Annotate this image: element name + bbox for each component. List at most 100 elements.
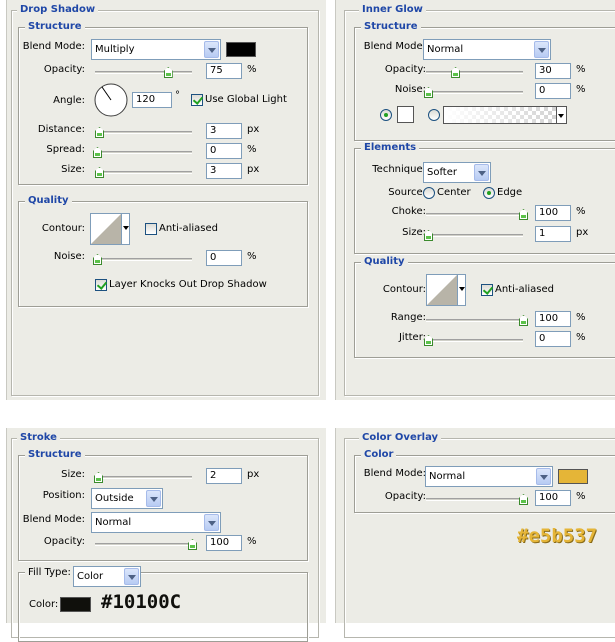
range-input[interactable]: 100 <box>535 311 571 327</box>
opacity-unit: % <box>247 536 257 547</box>
choke-slider-thumb[interactable] <box>519 209 528 220</box>
anti-aliased-checkbox[interactable] <box>481 284 493 296</box>
opacity-unit: % <box>247 64 257 75</box>
range-slider-thumb[interactable] <box>519 315 528 326</box>
contour-picker[interactable] <box>90 213 130 245</box>
source-center-radio[interactable] <box>423 187 435 199</box>
color-legend: Color <box>361 449 397 461</box>
noise-slider[interactable] <box>424 87 523 98</box>
spread-label: Spread: <box>46 144 85 155</box>
jitter-slider[interactable] <box>424 335 523 346</box>
color-overlay-group: Color Overlay Color Blend Mode: Normal O… <box>344 432 615 638</box>
source-edge-radio[interactable] <box>483 187 495 199</box>
overlay-color-swatch[interactable] <box>558 469 588 484</box>
range-slider[interactable] <box>426 315 528 326</box>
fill-type-group: Fill Type: Color Color: #10100C <box>18 566 308 642</box>
use-global-light-checkbox[interactable] <box>191 94 203 106</box>
opacity-slider[interactable] <box>95 539 197 550</box>
noise-input[interactable]: 0 <box>206 250 242 266</box>
distance-slider-thumb[interactable] <box>95 127 104 138</box>
distance-input[interactable]: 3 <box>206 123 242 139</box>
gradient-radio[interactable] <box>428 109 440 121</box>
size-input[interactable]: 1 <box>535 226 571 242</box>
opacity-input[interactable]: 30 <box>535 63 571 79</box>
structure-group: Structure Size: 2 px Position: Outside B… <box>18 449 308 561</box>
blend-mode-select[interactable]: Normal <box>423 39 551 60</box>
chevron-down-icon <box>204 41 219 58</box>
size-slider[interactable] <box>95 167 192 178</box>
angle-input[interactable]: 120 <box>132 92 172 108</box>
size-slider-thumb[interactable] <box>94 472 103 483</box>
opacity-label: Opacity: <box>384 64 426 75</box>
blend-mode-value: Normal <box>429 471 466 482</box>
opacity-input[interactable]: 75 <box>206 63 242 79</box>
blend-mode-value: Multiply <box>95 44 135 55</box>
size-slider[interactable] <box>424 230 523 241</box>
layer-knocks-out-checkbox[interactable] <box>95 279 107 291</box>
opacity-input[interactable]: 100 <box>535 490 571 506</box>
size-label: Size: <box>61 164 85 175</box>
quality-legend: Quality <box>361 256 408 268</box>
opacity-slider-thumb[interactable] <box>163 67 173 78</box>
color-overlay-title: Color Overlay <box>359 432 442 444</box>
gradient-dropdown-arrow-icon <box>558 114 564 118</box>
spread-input[interactable]: 0 <box>206 143 242 159</box>
opacity-slider[interactable] <box>426 67 523 78</box>
noise-unit: % <box>576 84 586 95</box>
size-unit: px <box>576 227 589 238</box>
stroke-panel: Stroke Structure Size: 2 px Position: Ou… <box>6 428 326 642</box>
angle-dial[interactable] <box>93 82 129 118</box>
noise-slider-thumb[interactable] <box>93 254 102 265</box>
anti-aliased-label: Anti-aliased <box>159 223 219 234</box>
gradient-picker[interactable] <box>443 106 567 124</box>
spread-slider[interactable] <box>93 147 192 158</box>
opacity-slider[interactable] <box>426 494 528 505</box>
contour-preview-icon <box>427 275 457 305</box>
fill-type-select[interactable]: Color <box>73 566 141 587</box>
glow-color-swatch[interactable] <box>397 106 414 123</box>
solid-color-radio[interactable] <box>380 109 392 121</box>
size-unit: px <box>247 469 260 480</box>
opacity-slider-thumb[interactable] <box>451 67 461 78</box>
noise-input[interactable]: 0 <box>535 83 571 99</box>
angle-unit: ° <box>175 90 180 101</box>
shadow-color-swatch[interactable] <box>226 42 256 57</box>
distance-slider[interactable] <box>95 127 192 138</box>
noise-slider[interactable] <box>93 254 192 265</box>
contour-dropdown-icon[interactable] <box>121 213 130 245</box>
opacity-unit: % <box>576 64 586 75</box>
blend-mode-select[interactable]: Normal <box>91 512 221 533</box>
blend-mode-value: Normal <box>95 517 132 528</box>
opacity-slider-thumb[interactable] <box>188 539 197 550</box>
opacity-slider-thumb[interactable] <box>519 494 528 505</box>
blend-mode-select[interactable]: Multiply <box>91 39 221 60</box>
opacity-label: Opacity: <box>384 491 426 502</box>
contour-picker[interactable] <box>426 274 466 306</box>
size-slider-thumb[interactable] <box>95 167 104 178</box>
position-select[interactable]: Outside <box>91 488 163 509</box>
contour-dropdown-icon[interactable] <box>457 274 466 306</box>
stroke-title: Stroke <box>17 432 60 444</box>
opacity-slider[interactable] <box>95 67 192 78</box>
size-slider[interactable] <box>94 472 192 483</box>
choke-input[interactable]: 100 <box>535 205 571 221</box>
contour-label: Contour: <box>382 284 426 295</box>
jitter-label: Jitter: <box>398 332 426 343</box>
noise-unit: % <box>247 251 257 262</box>
choke-slider[interactable] <box>426 209 528 220</box>
blend-mode-select[interactable]: Normal <box>425 466 553 487</box>
stroke-color-swatch[interactable] <box>60 597 91 612</box>
elements-legend: Elements <box>361 142 420 154</box>
opacity-input[interactable]: 100 <box>206 535 242 551</box>
spread-slider-thumb[interactable] <box>93 147 102 158</box>
technique-select[interactable]: Softer <box>423 162 491 183</box>
size-input[interactable]: 2 <box>206 468 242 484</box>
choke-unit: % <box>576 206 586 217</box>
size-input[interactable]: 3 <box>206 163 242 179</box>
anti-aliased-checkbox[interactable] <box>145 223 157 235</box>
technique-label: Technique: <box>372 164 426 175</box>
blend-mode-label: Blend Mode: <box>363 41 426 52</box>
blend-mode-label: Blend Mode: <box>22 514 85 525</box>
inner-glow-group: Inner Glow Structure Blend Mode: Normal … <box>344 4 615 396</box>
jitter-input[interactable]: 0 <box>535 331 571 347</box>
